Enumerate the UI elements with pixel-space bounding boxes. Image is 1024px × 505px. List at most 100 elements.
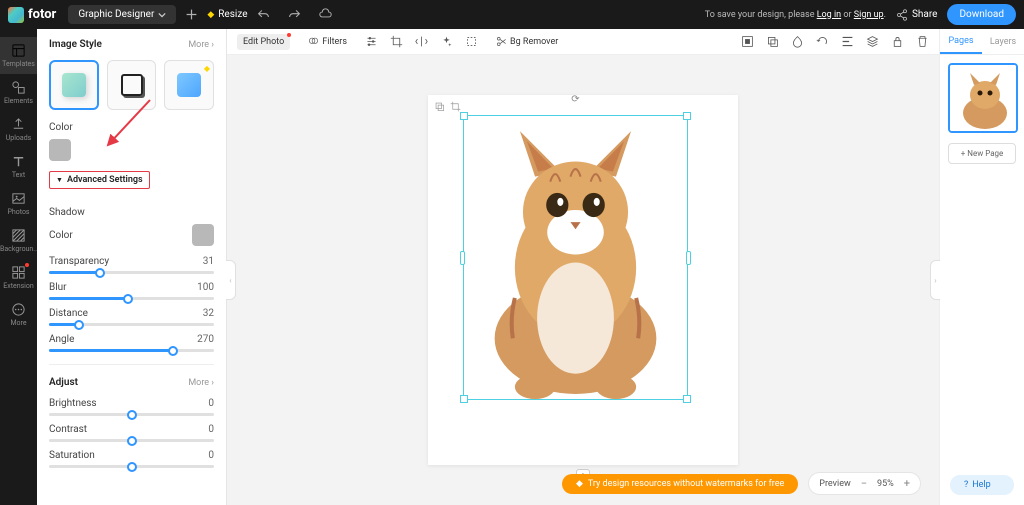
color-label: Color (49, 122, 214, 133)
pages-tab[interactable]: Pages (940, 29, 982, 54)
zoom-control: Preview − 95% + (808, 472, 921, 495)
login-link[interactable]: Log in (817, 10, 841, 20)
download-button[interactable]: Download (947, 4, 1016, 25)
color-swatch[interactable] (49, 139, 71, 161)
more-link[interactable]: More › (188, 40, 214, 50)
rotate-handle-icon[interactable]: ⟳ (571, 94, 579, 105)
rail-elements[interactable]: Elements (0, 74, 37, 111)
promo-banner[interactable]: ◆Try design resources without watermarks… (562, 474, 798, 494)
angle-slider[interactable]: Angle270 (49, 334, 214, 352)
help-button[interactable]: ?Help (950, 475, 1014, 495)
filters-icon (308, 36, 319, 47)
preview-button[interactable]: Preview (819, 479, 850, 489)
effects-icon[interactable] (440, 35, 453, 48)
rail-templates[interactable]: Templates (0, 37, 37, 74)
distance-slider[interactable]: Distance32 (49, 308, 214, 326)
opacity-icon[interactable] (791, 35, 804, 48)
adjust-more-link[interactable]: More › (188, 378, 214, 388)
zoom-in-button[interactable]: + (904, 477, 910, 490)
panel-title: Image Style (49, 39, 102, 50)
style-option-3[interactable]: ◆ (164, 60, 214, 110)
canvas[interactable]: ‹ (227, 55, 939, 505)
chevron-down-icon (158, 11, 166, 19)
logo-icon (8, 7, 24, 23)
resize-handle-mr[interactable] (686, 251, 691, 265)
lock-icon[interactable] (891, 35, 904, 48)
collapse-panel-left[interactable]: ‹ (226, 260, 236, 300)
transparency-slider[interactable]: Transparency31 (49, 256, 214, 274)
diamond-icon: ◆ (576, 479, 583, 489)
adjust-title: Adjust (49, 377, 78, 388)
notification-dot (25, 263, 29, 267)
share-icon (896, 9, 908, 21)
position-icon[interactable] (741, 35, 754, 48)
brand-logo[interactable]: fotor (8, 7, 56, 23)
cutout-icon[interactable] (465, 35, 478, 48)
advanced-settings-toggle[interactable]: ▼ Advanced Settings (49, 171, 150, 189)
filters-button[interactable]: Filters (302, 33, 353, 50)
help-icon: ? (964, 480, 968, 490)
artboard-duplicate-icon[interactable] (434, 101, 445, 112)
add-button[interactable] (185, 8, 198, 21)
resize-label: Resize (218, 9, 247, 20)
scissors-icon (496, 36, 507, 47)
style-option-1[interactable] (49, 60, 99, 110)
rail-text[interactable]: Text (0, 148, 37, 185)
caret-down-icon: ▼ (56, 176, 63, 184)
artboard-crop-icon[interactable] (450, 101, 461, 112)
delete-icon[interactable] (916, 35, 929, 48)
shadow-section-label: Shadow (49, 207, 214, 218)
cloud-save-button[interactable] (319, 8, 332, 21)
shadow-color-swatch[interactable] (192, 224, 214, 246)
shadow-color-label: Color (49, 230, 73, 241)
edit-photo-button[interactable]: Edit Photo (237, 34, 290, 50)
resize-handle-br[interactable] (683, 395, 691, 403)
zoom-value[interactable]: 95% (877, 479, 894, 489)
rail-background[interactable]: Backgroun.. (0, 222, 37, 259)
duplicate-icon[interactable] (766, 35, 779, 48)
canvas-toolbar: Edit Photo Filters Bg Remover (227, 29, 939, 55)
rotate-icon[interactable] (816, 35, 829, 48)
resize-handle-bl[interactable] (460, 395, 468, 403)
brightness-slider[interactable]: Brightness0 (49, 398, 214, 416)
layers-icon[interactable] (866, 35, 879, 48)
flip-icon[interactable] (415, 35, 428, 48)
bg-remover-button[interactable]: Bg Remover (490, 33, 564, 50)
nav-rail: Templates Elements Uploads Text Photos B… (0, 29, 37, 505)
blur-slider[interactable]: Blur100 (49, 282, 214, 300)
saturation-slider[interactable]: Saturation0 (49, 450, 214, 468)
page-thumbnail[interactable] (948, 63, 1018, 133)
signup-link[interactable]: Sign up (854, 10, 884, 20)
share-button[interactable]: Share (896, 9, 937, 21)
redo-button[interactable] (288, 8, 301, 21)
canvas-area: Edit Photo Filters Bg Remover ‹ (227, 29, 939, 505)
rail-photos[interactable]: Photos (0, 185, 37, 222)
diamond-icon: ◆ (207, 10, 214, 20)
resize-handle-tr[interactable] (683, 112, 691, 120)
contrast-slider[interactable]: Contrast0 (49, 424, 214, 442)
zoom-out-button[interactable]: − (861, 477, 867, 490)
template-selector[interactable]: Graphic Designer (68, 5, 176, 24)
artboard[interactable]: ⟳ + (428, 95, 738, 465)
premium-badge-icon: ◆ (204, 64, 210, 73)
style-thumbnails: ◆ (49, 60, 214, 110)
resize-handle-tl[interactable] (460, 112, 468, 120)
crop-icon[interactable] (390, 35, 403, 48)
align-icon[interactable] (841, 35, 854, 48)
app-header: fotor Graphic Designer ◆ Resize To save … (0, 0, 1024, 29)
collapse-panel-right[interactable]: › (930, 260, 940, 300)
new-page-button[interactable]: + New Page (948, 143, 1016, 164)
style-option-2[interactable] (107, 60, 157, 110)
rail-extension[interactable]: Extension (0, 259, 37, 296)
rail-more[interactable]: More (0, 296, 37, 333)
resize-button[interactable]: ◆ Resize (207, 9, 247, 20)
resize-handle-ml[interactable] (460, 251, 465, 265)
adjust-icon[interactable] (365, 35, 378, 48)
rail-uploads[interactable]: Uploads (0, 111, 37, 148)
brand-text: fotor (28, 7, 56, 22)
kitten-image (464, 116, 687, 399)
share-label: Share (912, 9, 937, 20)
layers-tab[interactable]: Layers (982, 29, 1024, 54)
undo-button[interactable] (257, 8, 270, 21)
image-selection[interactable]: ⟳ (463, 115, 688, 400)
